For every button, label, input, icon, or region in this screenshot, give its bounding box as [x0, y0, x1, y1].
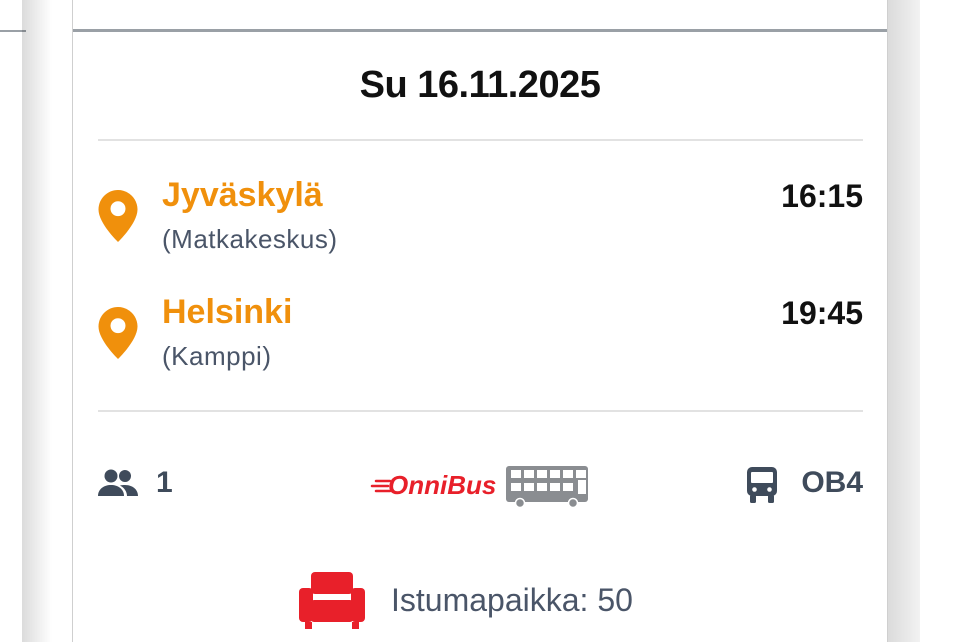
departure-time: 16:15 — [781, 178, 863, 214]
onnibus-logo: OnniBus — [370, 466, 588, 509]
passenger-count: 1 — [156, 466, 173, 499]
departure-city: Jyväskylä — [162, 176, 323, 214]
map-pin-icon — [98, 307, 138, 359]
double-decker-bus-graphic — [506, 466, 588, 509]
armchair-icon — [299, 572, 365, 629]
bus-icon — [747, 467, 777, 503]
departure-stop: Jyväskylä (Matkakeskus) 16:15 — [98, 176, 863, 276]
svg-text:OnniBus: OnniBus — [388, 470, 496, 500]
arrival-station: (Kamppi) — [162, 341, 272, 371]
seat-info: Istumapaikka: 50 — [299, 570, 699, 632]
map-pin-icon — [98, 190, 138, 242]
trip-card[interactable]: Su 16.11.2025 Jyväskylä (Matkakeskus) 16… — [72, 0, 888, 642]
arrival-stop: Helsinki (Kamppi) 19:45 — [98, 293, 863, 393]
arrival-time: 19:45 — [781, 295, 863, 331]
people-icon — [98, 469, 138, 496]
card-top-divider — [73, 29, 887, 32]
trip-date: Su 16.11.2025 — [359, 64, 601, 106]
departure-station: (Matkakeskus) — [162, 224, 338, 254]
arrival-city: Helsinki — [162, 293, 293, 331]
bus-code: OB4 — [801, 466, 863, 499]
background-area-right — [920, 0, 960, 642]
date-divider — [98, 139, 863, 141]
card-shadow-left — [22, 0, 52, 642]
stops-divider — [98, 410, 863, 412]
trip-info-row: 1 OnniBus OB4 — [98, 460, 863, 510]
seat-number: Istumapaikka: 50 — [391, 582, 633, 618]
